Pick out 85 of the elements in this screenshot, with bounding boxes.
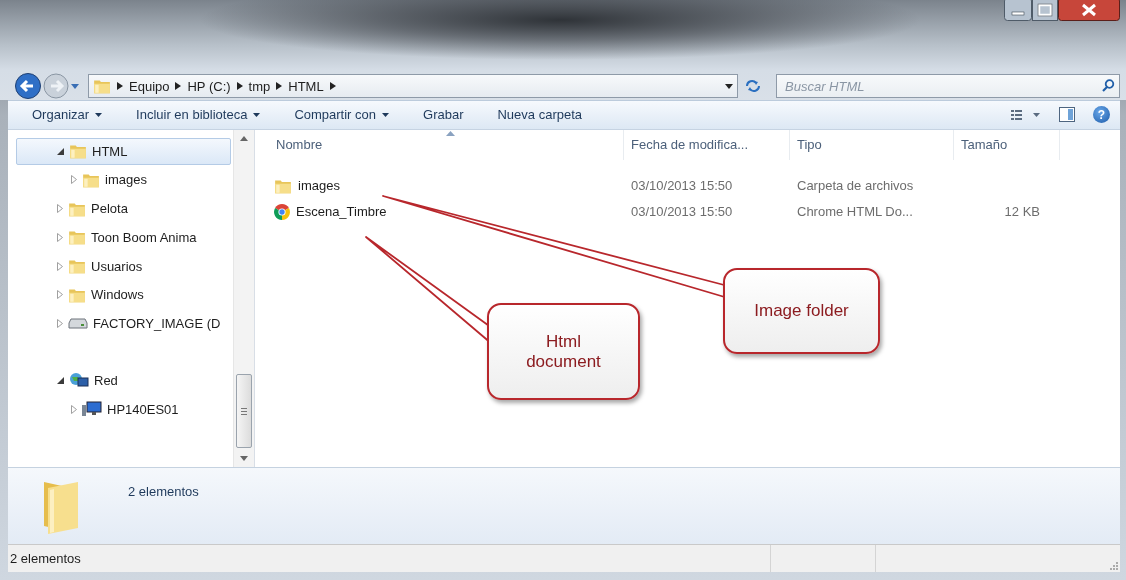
tree-item[interactable]: Red	[16, 366, 231, 394]
grip-icon	[241, 407, 247, 415]
tree-item[interactable]: images	[16, 166, 231, 194]
refresh-icon[interactable]	[745, 79, 761, 93]
network-icon	[69, 372, 89, 389]
breadcrumb-item[interactable]: HTML	[288, 78, 324, 94]
collapsed-arrow-icon[interactable]	[71, 404, 77, 414]
tree-item[interactable]: HTML	[16, 137, 231, 165]
dropdown-caret-icon[interactable]	[725, 83, 733, 89]
caret-icon	[95, 112, 103, 117]
resize-grip-icon[interactable]	[1108, 559, 1118, 570]
sort-arrow-icon	[446, 130, 455, 136]
round-logo-icon	[274, 203, 290, 220]
breadcrumb-item[interactable]: tmp	[248, 78, 271, 94]
column-header[interactable]: Tamaño	[954, 129, 1060, 160]
scroll-up-icon[interactable]	[240, 135, 248, 141]
collapsed-arrow-icon[interactable]	[57, 290, 63, 300]
tree-label: Usuarios	[91, 258, 143, 274]
date-cell-text: 03/10/2013 15:50	[630, 204, 733, 220]
toolbar-button[interactable]: Compartir con	[290, 104, 393, 126]
type-cell-text: Chrome HTML Do...	[796, 204, 913, 220]
column-header[interactable]: Tipo	[790, 129, 954, 160]
type-cell-text: Carpeta de archivos	[796, 178, 914, 194]
view-options-icon[interactable]	[1011, 108, 1041, 121]
tree-label: images	[105, 172, 147, 188]
tree-label: Red	[94, 372, 118, 388]
tree-item[interactable]: Usuarios	[16, 252, 231, 280]
folder-icon	[93, 77, 111, 95]
scrollbar[interactable]	[233, 129, 254, 468]
caret-icon	[253, 112, 261, 117]
tree-item[interactable]: Pelota	[16, 195, 231, 223]
chevron-icon[interactable]	[117, 82, 123, 90]
maximize-button[interactable]	[1032, 0, 1058, 21]
address-bar[interactable]: Equipo HP (C:) tmp HTML	[88, 74, 738, 98]
expanded-arrow-icon[interactable]	[57, 376, 64, 384]
breadcrumb-item[interactable]: Equipo	[129, 78, 170, 94]
tree-label: Windows	[91, 287, 144, 303]
tree-item[interactable]: Windows	[16, 281, 231, 309]
collapsed-arrow-icon[interactable]	[57, 204, 63, 214]
folder-icon	[68, 257, 86, 276]
drive-icon	[68, 317, 88, 330]
tree-item[interactable]: Toon Boom Anima	[16, 223, 231, 251]
size-cell-text: 12 KB	[1003, 204, 1041, 220]
toolbar-button[interactable]: Incluir en biblioteca	[132, 104, 265, 126]
tree-label: HP140ES01	[107, 401, 179, 417]
search-field[interactable]: Buscar HTML	[776, 74, 1120, 98]
collapsed-arrow-icon[interactable]	[57, 318, 63, 328]
folder-icon	[68, 228, 86, 247]
search-icon[interactable]	[1102, 79, 1115, 92]
column-header[interactable]: Fecha de modifica...	[624, 129, 790, 160]
toolbar-button[interactable]: Organizar	[28, 104, 107, 126]
minimize-button[interactable]	[1004, 0, 1032, 21]
file-name[interactable]: images	[298, 178, 340, 194]
column-header[interactable]: Nombre	[269, 129, 624, 160]
status-text: 2 elementos	[9, 551, 82, 566]
tree-item[interactable]: HP140ES01	[16, 395, 231, 423]
tree-label: Toon Boom Anima	[91, 229, 197, 245]
computer-icon	[82, 401, 102, 418]
chevron-icon[interactable]	[175, 82, 182, 90]
caret-icon	[382, 112, 389, 117]
preview-pane-icon[interactable]	[1059, 107, 1075, 123]
folder-icon	[69, 142, 87, 161]
callout-text: Image folder	[754, 301, 849, 321]
toolbar-button[interactable]: Grabar	[419, 104, 468, 126]
file-name[interactable]: Escena_Timbre	[296, 204, 387, 220]
back-button[interactable]	[14, 72, 42, 100]
breadcrumb-item[interactable]: HP (C:)	[187, 78, 231, 94]
chevron-icon[interactable]	[329, 82, 336, 90]
tree-label: HTML	[92, 143, 128, 159]
tree-label: FACTORY_IMAGE (D	[93, 315, 221, 331]
collapsed-arrow-icon[interactable]	[57, 232, 63, 242]
history-caret-icon[interactable]	[70, 81, 80, 91]
scroll-down-icon[interactable]	[240, 456, 248, 462]
callout-text: Html document	[525, 331, 602, 372]
tree-item[interactable]: FACTORY_IMAGE (D	[16, 309, 231, 337]
date-cell-text: 03/10/2013 15:50	[630, 178, 733, 194]
tree-label: Pelota	[91, 201, 128, 217]
collapsed-arrow-icon[interactable]	[57, 261, 63, 271]
chevron-icon[interactable]	[276, 82, 283, 90]
close-button[interactable]	[1058, 0, 1120, 21]
toolbar-button[interactable]: Nueva carpeta	[493, 104, 587, 126]
expanded-arrow-icon[interactable]	[57, 147, 64, 155]
chevron-icon[interactable]	[236, 82, 243, 90]
item-count: 2 elementos	[128, 483, 199, 502]
collapsed-arrow-icon[interactable]	[71, 175, 77, 185]
